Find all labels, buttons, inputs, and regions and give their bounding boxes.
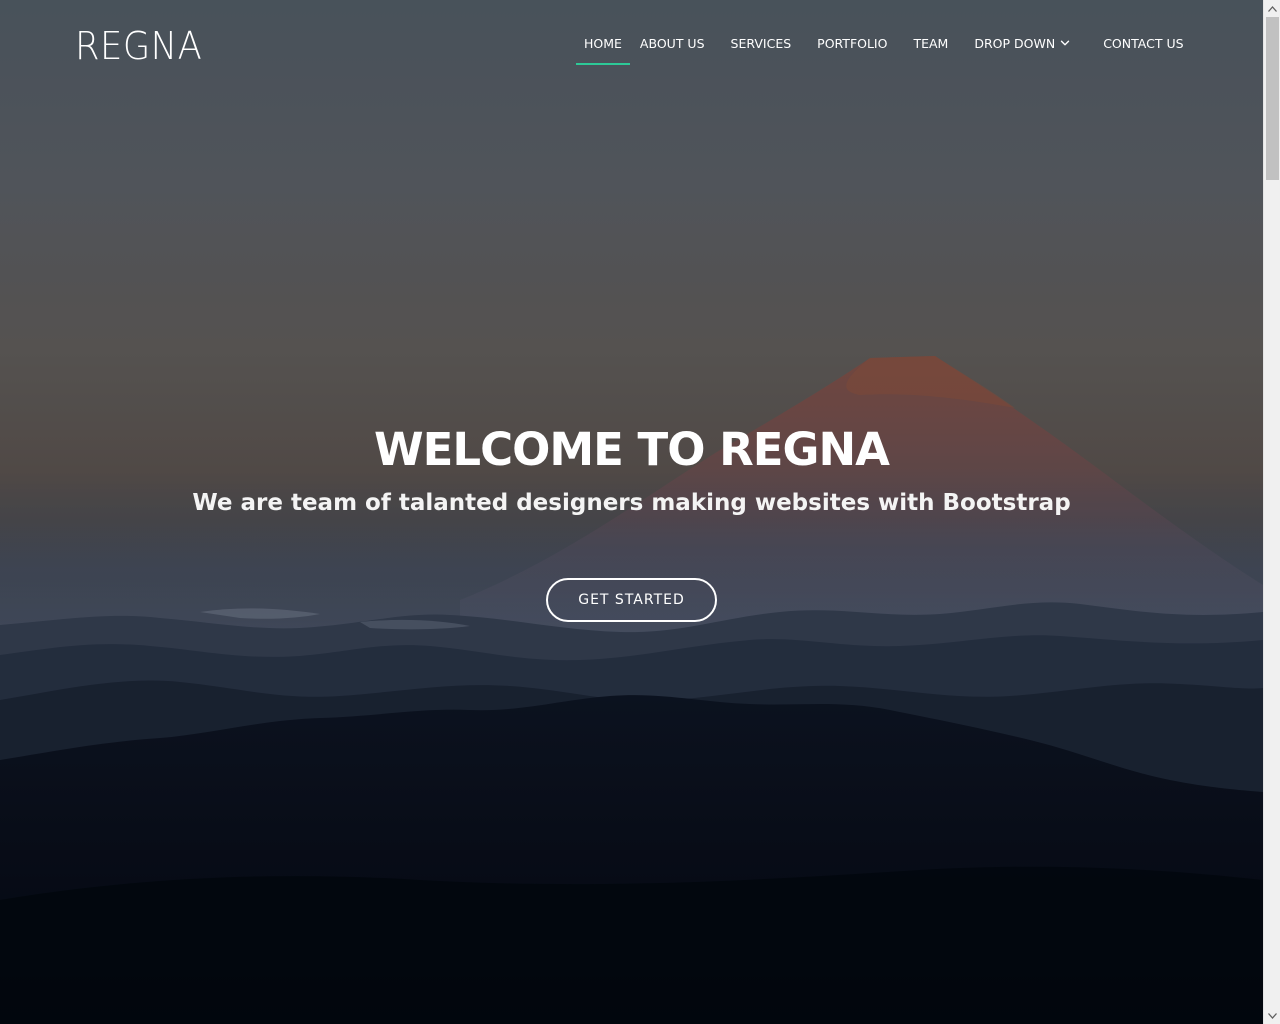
- hero-subtitle: We are team of talanted designers making…: [192, 490, 1071, 516]
- nav-item-team[interactable]: Team: [913, 35, 948, 65]
- nav-item-services[interactable]: Services: [731, 35, 792, 65]
- nav-item-label: Services: [730, 36, 792, 51]
- page-viewport: REGNA Home About Us Services Portfolio T…: [0, 0, 1263, 1024]
- nav-item-label: About Us: [639, 36, 705, 51]
- nav-item-label: Home: [584, 36, 622, 51]
- nav-item-drop-down[interactable]: Drop Down: [974, 35, 1071, 65]
- nav-item-label: Team: [913, 36, 949, 51]
- arrow-up-icon: [1268, 5, 1277, 12]
- nav-item-about-us[interactable]: About Us: [640, 35, 705, 65]
- vertical-scrollbar[interactable]: [1263, 0, 1280, 1024]
- nav-item-home[interactable]: Home: [576, 35, 630, 65]
- nav-item-label: Portfolio: [817, 36, 888, 51]
- main-nav: Home About Us Services Portfolio Team Dr…: [576, 35, 1184, 65]
- nav-item-contact-us[interactable]: Contact Us: [1103, 35, 1183, 65]
- nav-item-portfolio[interactable]: Portfolio: [817, 35, 887, 65]
- site-header: REGNA Home About Us Services Portfolio T…: [0, 0, 1263, 90]
- scrollbar-thumb[interactable]: [1266, 17, 1279, 180]
- scroll-down-button[interactable]: [1264, 1007, 1280, 1024]
- nav-item-label: Drop Down: [974, 36, 1056, 51]
- nav-item-label: Contact Us: [1103, 36, 1184, 51]
- arrow-down-icon: [1268, 1012, 1277, 1019]
- hero-title: WELCOME TO REGNA: [374, 423, 890, 476]
- scroll-up-button[interactable]: [1264, 0, 1280, 17]
- chevron-down-icon: [1060, 40, 1070, 46]
- site-logo[interactable]: REGNA: [75, 24, 202, 68]
- get-started-button[interactable]: Get Started: [546, 578, 717, 622]
